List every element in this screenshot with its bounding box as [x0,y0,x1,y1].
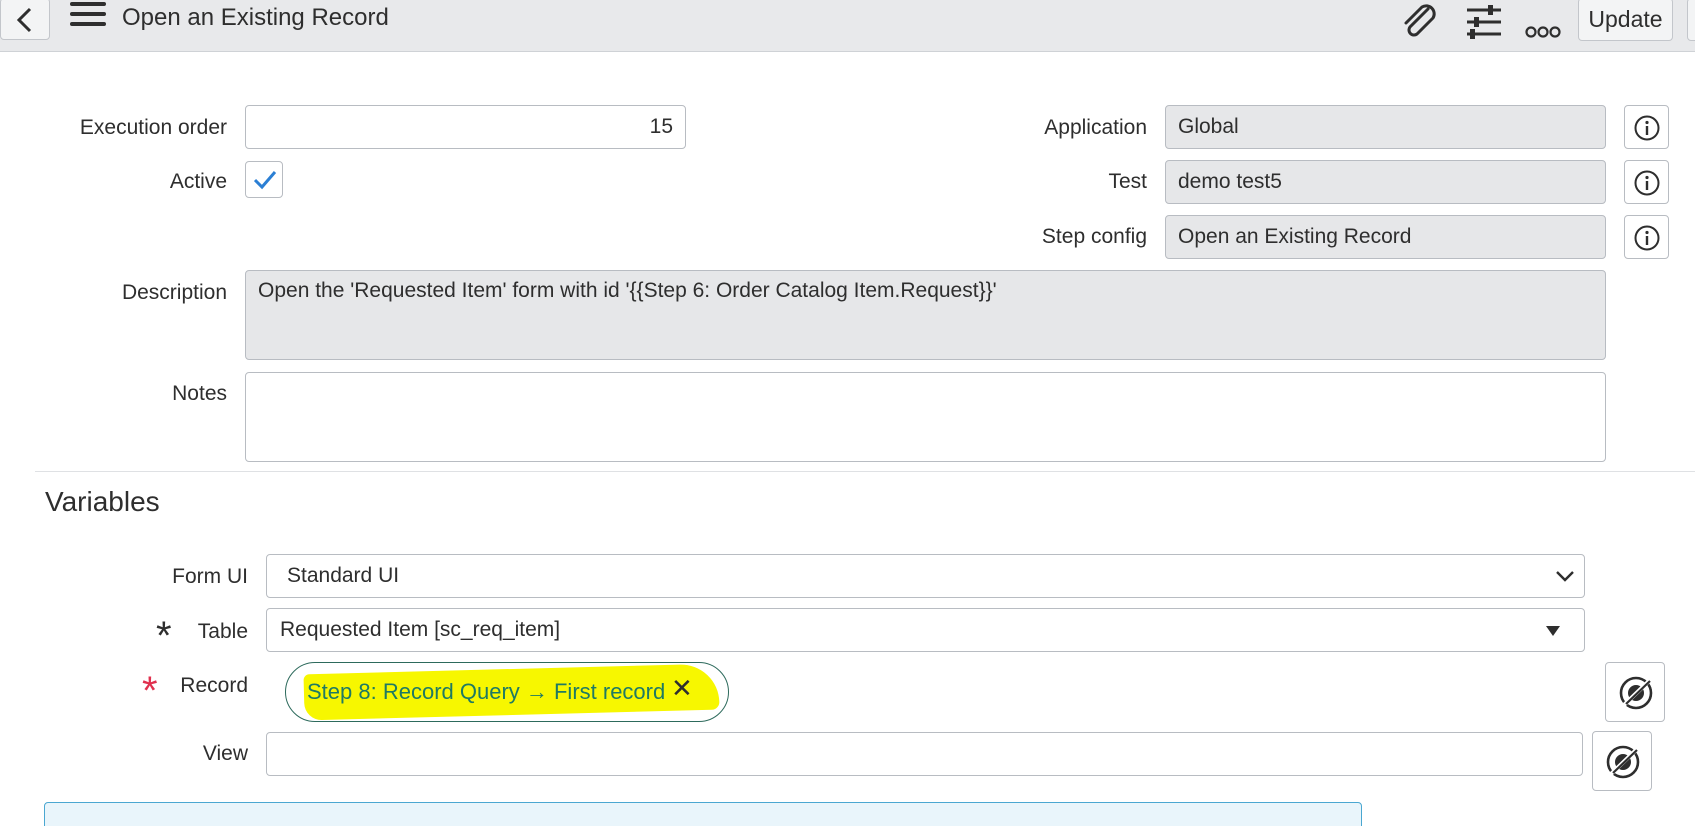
data-pill-picker-icon [1619,676,1653,710]
description-label: Description [121,281,227,304]
application-label: Application [1044,116,1147,139]
back-icon [16,7,32,33]
form-header: Open an Existing Record Update [0,0,1695,52]
record-required-indicator: * [142,669,158,713]
execution-order-label: Execution order [79,116,227,139]
sliders-icon[interactable] [1464,2,1504,42]
update-button[interactable]: Update [1578,0,1673,41]
more-icon[interactable] [1525,12,1561,52]
paperclip-icon[interactable] [1400,2,1440,42]
test-info-button[interactable] [1624,160,1669,204]
step-config-field: Open an Existing Record [1165,215,1606,259]
test-label: Test [1108,170,1147,193]
chevron-down-icon [1556,571,1574,582]
table-required-indicator: * [156,614,172,658]
caret-down-icon [1546,626,1560,636]
application-field: Global [1165,105,1606,149]
view-data-pill-picker-button[interactable] [1592,731,1652,791]
active-label: Active [169,170,227,193]
test-field: demo test5 [1165,160,1606,204]
record-pill-text: Step 8: Record Query → First record [307,679,666,704]
view-label: View [202,742,248,765]
table-label: Table [197,620,248,643]
header-overflow-button[interactable] [1687,0,1695,41]
close-icon[interactable]: ✕ [671,673,693,704]
execution-order-input[interactable]: 15 [245,105,686,149]
table-reference-field[interactable]: Requested Item [sc_req_item] [266,608,1585,652]
record-label: Record [180,674,248,697]
checkmark-icon [253,171,277,190]
form-ui-label: Form UI [172,565,248,588]
notes-label: Notes [172,382,227,405]
variables-section-title: Variables [45,486,160,517]
form-ui-select[interactable]: Standard UI [266,554,1585,598]
info-icon [1634,115,1660,141]
info-icon [1634,170,1660,196]
info-message-panel [44,802,1362,826]
back-button[interactable] [0,0,50,40]
info-icon [1634,225,1660,251]
page-title: Open an Existing Record [122,4,389,31]
data-pill-picker-icon [1606,745,1640,779]
form-ui-value: Standard UI [287,564,400,587]
step-config-info-button[interactable] [1624,215,1669,259]
application-info-button[interactable] [1624,105,1669,149]
description-field: Open the 'Requested Item' form with id '… [245,270,1606,360]
record-pill[interactable]: Step 8: Record Query → First record ✕ [285,662,729,722]
view-input[interactable] [266,732,1583,776]
section-divider [35,471,1695,472]
active-checkbox[interactable] [245,161,283,198]
step-config-label: Step config [1041,225,1147,248]
record-data-pill-picker-button[interactable] [1605,662,1665,722]
hamburger-menu-icon[interactable] [70,2,106,34]
table-value: Requested Item [sc_req_item] [280,618,561,641]
notes-textarea[interactable] [245,372,1606,462]
